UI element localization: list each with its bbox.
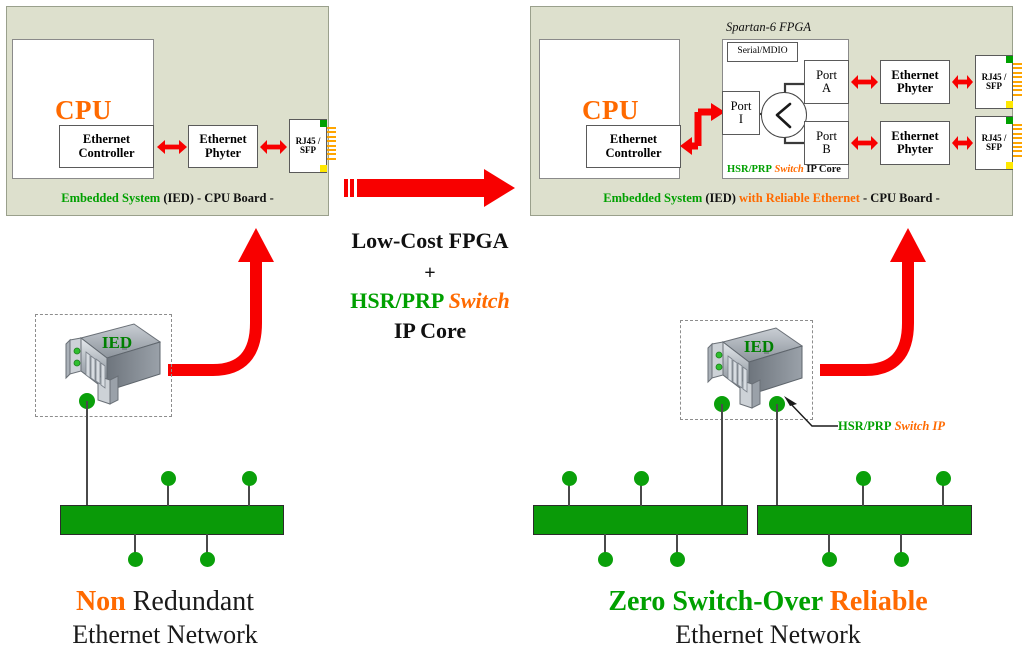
right-busB-node-top-2	[936, 471, 951, 486]
arrow-cpu-porti	[680, 93, 726, 170]
ip-core-black: IP Core	[803, 164, 841, 175]
right-rj45-top-pins	[1013, 63, 1022, 98]
right-ied-stem-a	[721, 404, 723, 511]
arrow-porta-phyter	[850, 71, 879, 93]
ip-core-orange: Switch	[771, 164, 804, 175]
hsr-prp-switch-ip-annotation: HSR/PRP Switch IP	[838, 419, 945, 434]
center-text-line1: Low-Cost FPGA	[351, 228, 509, 253]
left-rj45-act-led	[320, 165, 327, 172]
transition-arrow	[344, 168, 516, 213]
ip-core-caption: HSR/PRP Switch IP Core	[727, 164, 841, 175]
left-bus-node-top-2	[242, 471, 257, 486]
port-b-box: Port B	[804, 121, 849, 165]
left-bus-node-bottom-1	[128, 552, 143, 567]
svg-text:IED: IED	[102, 333, 132, 352]
center-text-hsr-prp: HSR/PRP	[350, 288, 444, 313]
annotation-orange: Switch IP	[891, 419, 945, 433]
left-ied-stem	[86, 401, 88, 511]
port-a-box: Port A	[804, 60, 849, 104]
right-ethernet-phyter-bottom-label: Ethernet Phyter	[891, 128, 939, 156]
right-busA-node-top-1	[562, 471, 577, 486]
right-caption-orange: with Reliable Ethernet	[739, 191, 860, 205]
left-bus-node-top-1	[161, 471, 176, 486]
left-bottom-caption: Non Redundant Ethernet Network	[0, 586, 330, 650]
left-ethernet-phyter-label: Ethernet Phyter	[199, 132, 247, 160]
right-ethernet-controller-box: Ethernet Controller	[586, 125, 681, 168]
right-rj45-bottom-act-led	[1006, 162, 1013, 169]
right-rj45-top-act-led	[1006, 101, 1013, 108]
right-network-bus-a	[533, 505, 748, 535]
arrow-phyter-rj45-bottom	[951, 132, 974, 154]
right-caption-black1: (IED)	[702, 191, 740, 205]
left-caption-black: (IED) - CPU Board -	[160, 191, 274, 205]
right-caption-reliable: Reliable	[822, 586, 928, 617]
center-text-line3: HSR/PRP Switch	[330, 288, 530, 314]
port-i-box: Port I	[722, 91, 760, 135]
right-ethernet-phyter-top-box: Ethernet Phyter	[880, 60, 950, 104]
right-rj45-bottom-link-led	[1006, 117, 1013, 124]
right-caption-line2: Ethernet Network	[675, 620, 861, 649]
right-busA-node-bottom-1	[598, 552, 613, 567]
left-curved-arrow	[168, 218, 298, 388]
right-busB-node-top-1	[856, 471, 871, 486]
right-cpu-label: CPU	[582, 95, 639, 125]
arrow-portb-phyter	[850, 132, 879, 154]
left-network-bus	[60, 505, 284, 535]
fpga-title-label: Spartan-6 FPGA	[726, 20, 812, 34]
switch-symbol-circle	[761, 92, 807, 138]
right-caption-zero-switchover: Zero Switch-Over	[608, 586, 823, 617]
left-arrow-controller-phyter	[156, 136, 188, 158]
right-ethernet-phyter-top-label: Ethernet Phyter	[891, 67, 939, 95]
right-board-caption: Embedded System (IED) with Reliable Ethe…	[530, 191, 1013, 206]
left-rj45-link-led	[320, 120, 327, 127]
right-rj45-top-link-led	[1006, 56, 1013, 63]
right-busB-node-bottom-1	[822, 552, 837, 567]
left-bus-node-bottom-2	[200, 552, 215, 567]
right-curved-arrow	[820, 218, 950, 388]
right-ethernet-phyter-bottom-box: Ethernet Phyter	[880, 121, 950, 165]
port-b-label: Port B	[816, 128, 837, 156]
left-board-caption: Embedded System (IED) - CPU Board -	[6, 191, 329, 206]
center-text-plus: +	[424, 262, 436, 284]
right-rj45-bottom-label: RJ45 / SFP	[981, 132, 1007, 152]
right-network-bus-b	[757, 505, 972, 535]
right-ethernet-controller-label: Ethernet Controller	[605, 132, 662, 160]
right-busB-node-bottom-2	[894, 552, 909, 567]
left-rj45-label: RJ45 / SFP	[295, 135, 321, 155]
left-ied-server-icon: IED	[48, 318, 166, 413]
right-caption-black2: - CPU Board -	[859, 191, 940, 205]
right-busA-node-top-2	[634, 471, 649, 486]
left-ethernet-phyter-box: Ethernet Phyter	[188, 125, 258, 168]
left-cpu-label: CPU	[55, 95, 112, 125]
left-arrow-phyter-rj45	[259, 136, 288, 158]
left-ethernet-controller-label: Ethernet Controller	[78, 132, 135, 160]
arrow-phyter-rj45-top	[951, 71, 974, 93]
port-a-label: Port A	[816, 67, 837, 95]
right-rj45-top-label: RJ45 / SFP	[981, 71, 1007, 91]
left-caption-non: Non	[75, 586, 126, 617]
left-caption-line2: Ethernet Network	[72, 620, 258, 649]
left-caption-redundant: Redundant	[125, 586, 255, 617]
ip-core-green: HSR/PRP	[727, 164, 772, 175]
right-caption-line1: Zero Switch-Over Reliable	[512, 586, 1024, 618]
right-rj45-bottom-pins	[1013, 124, 1022, 159]
left-rj45-pins	[327, 127, 336, 162]
port-i-label: Port I	[730, 98, 752, 126]
svg-text:IED: IED	[744, 337, 774, 356]
center-text-switch: Switch	[448, 288, 510, 313]
left-caption-line1: Non Redundant	[0, 586, 330, 618]
center-text-line4: IP Core	[393, 318, 467, 343]
right-ied-stem-b	[776, 404, 778, 511]
right-busA-node-bottom-2	[670, 552, 685, 567]
right-bottom-caption: Zero Switch-Over Reliable Ethernet Netwo…	[512, 586, 1024, 650]
left-ethernet-controller-box: Ethernet Controller	[59, 125, 154, 168]
left-caption-green: Embedded System	[61, 191, 161, 205]
annotation-green: HSR/PRP	[838, 419, 892, 433]
diagram-canvas: CPU Ethernet Controller Ethernet Phyter …	[0, 0, 1024, 672]
right-caption-green: Embedded System	[603, 191, 703, 205]
